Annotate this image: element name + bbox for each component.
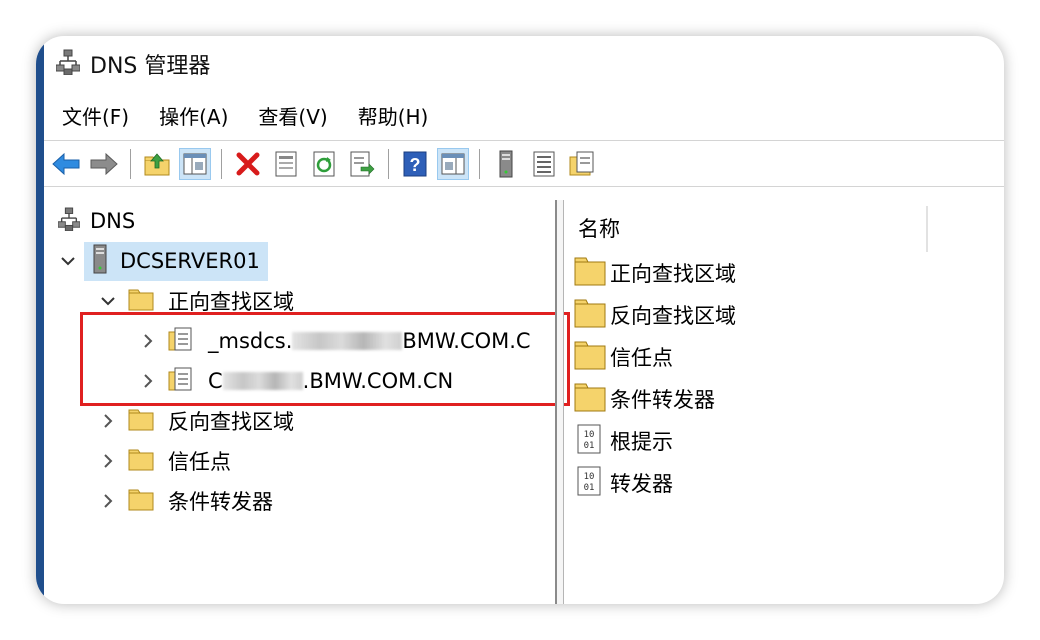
menu-bar: 文件(F) 操作(A) 查看(V) 帮助(H)	[54, 98, 436, 132]
tree-node-label: DNS	[90, 209, 136, 233]
tree-node-trust-points[interactable]: 信任点	[98, 442, 231, 480]
up-folder-icon	[144, 153, 170, 176]
export-list-icon	[350, 151, 375, 177]
list-item-label: 条件转发器	[610, 388, 715, 412]
tree-node-server[interactable]: DCSERVER01	[58, 241, 268, 281]
tree-node-label: 条件转发器	[168, 490, 273, 514]
tree-node-dns[interactable]: DNS	[57, 202, 136, 240]
selected-node: DCSERVER01	[84, 241, 268, 281]
refresh-button[interactable]	[308, 148, 340, 180]
toolbar-separator	[130, 149, 131, 179]
action-pane-icon	[441, 153, 465, 175]
delete-icon	[236, 152, 260, 176]
server-icon	[499, 150, 513, 178]
toolbar-separator	[479, 149, 480, 179]
column-header-label: 名称	[578, 217, 620, 241]
back-arrow-icon	[52, 152, 80, 176]
folder-icon	[128, 407, 154, 436]
toolbar-separator	[221, 149, 222, 179]
chevron-down-icon[interactable]	[98, 291, 118, 311]
screenshot-frame: DNS 管理器 文件(F) 操作(A) 查看(V) 帮助(H) ? DNS DC…	[36, 36, 1004, 604]
menu-help[interactable]: 帮助(H)	[350, 99, 437, 132]
menu-action[interactable]: 操作(A)	[151, 99, 236, 132]
column-resize-handle[interactable]	[926, 206, 928, 252]
export-list-button[interactable]	[346, 148, 378, 180]
toolbar-divider	[44, 186, 1004, 187]
highlight-annotation-box	[80, 312, 570, 406]
list-button[interactable]	[528, 148, 560, 180]
folder-icon	[574, 298, 606, 333]
list-item-forwarders[interactable]: 10 01 转发器	[574, 464, 673, 502]
svg-text:01: 01	[584, 441, 595, 451]
folder-icon	[574, 340, 606, 375]
window-title: DNS 管理器	[90, 54, 211, 79]
chevron-down-icon[interactable]	[58, 251, 78, 271]
server-icon	[92, 244, 108, 279]
tree-node-label: 信任点	[168, 450, 231, 474]
menu-divider	[44, 140, 1004, 141]
dns-icon	[57, 207, 81, 236]
list-item-label: 正向查找区域	[610, 262, 736, 286]
menu-file[interactable]: 文件(F)	[54, 99, 137, 132]
list-item-root-hints[interactable]: 10 01 根提示	[574, 422, 673, 460]
toolbar: ?	[50, 144, 598, 184]
svg-text:10: 10	[584, 430, 595, 440]
list-item-label: 根提示	[610, 430, 673, 454]
folder-icon	[574, 256, 606, 291]
help-button[interactable]: ?	[399, 148, 431, 180]
list-item-label: 反向查找区域	[610, 304, 736, 328]
up-level-button[interactable]	[141, 148, 173, 180]
list-icon	[533, 151, 555, 177]
tree-node-conditional-forwarders[interactable]: 条件转发器	[98, 482, 273, 520]
show-tree-button[interactable]	[179, 148, 211, 180]
show-hide-tree-icon	[183, 153, 207, 175]
pane-splitter[interactable]	[555, 200, 564, 604]
folder-icon	[574, 382, 606, 417]
tree-node-label: DCSERVER01	[120, 249, 260, 273]
tree-node-label: 反向查找区域	[168, 410, 294, 434]
back-button[interactable]	[50, 148, 82, 180]
properties-icon	[275, 151, 297, 177]
list-item-label: 信任点	[610, 346, 673, 370]
list-item-conditional-forwarders[interactable]: 条件转发器	[574, 380, 715, 418]
chevron-right-icon[interactable]	[98, 491, 118, 511]
forward-button[interactable]	[88, 148, 120, 180]
folder-icon	[128, 447, 154, 476]
folder-icon	[128, 487, 154, 516]
title-bar: DNS 管理器	[55, 46, 211, 82]
dns-server-icon	[55, 49, 81, 79]
list-item-reverse-zone[interactable]: 反向查找区域	[574, 296, 736, 334]
binary-file-icon: 10 01	[574, 423, 606, 460]
chevron-right-icon[interactable]	[98, 411, 118, 431]
binary-file-icon: 10 01	[574, 465, 606, 502]
svg-text:01: 01	[584, 483, 595, 493]
svg-text:?: ?	[410, 155, 421, 175]
zone-button[interactable]	[566, 148, 598, 180]
delete-button[interactable]	[232, 148, 264, 180]
server-button[interactable]	[490, 148, 522, 180]
list-item-trust-points[interactable]: 信任点	[574, 338, 673, 376]
toolbar-separator	[388, 149, 389, 179]
tree-node-reverse-zone[interactable]: 反向查找区域	[98, 402, 294, 440]
svg-text:10: 10	[584, 472, 595, 482]
chevron-right-icon[interactable]	[98, 451, 118, 471]
list-item-label: 转发器	[610, 472, 673, 496]
help-icon: ?	[403, 151, 427, 177]
refresh-icon	[313, 151, 335, 177]
list-pane: 名称 正向查找区域 反向查找区域 信任点 条件转发器 10 01 根提示 10 …	[564, 200, 1004, 604]
forward-arrow-icon	[90, 152, 118, 176]
action-pane-button[interactable]	[437, 148, 469, 180]
window-edge	[36, 36, 44, 604]
zone-icon	[569, 151, 594, 176]
column-header-name[interactable]: 名称	[578, 208, 620, 248]
list-item-forward-zone[interactable]: 正向查找区域	[574, 254, 736, 292]
menu-view[interactable]: 查看(V)	[250, 99, 335, 132]
properties-button[interactable]	[270, 148, 302, 180]
